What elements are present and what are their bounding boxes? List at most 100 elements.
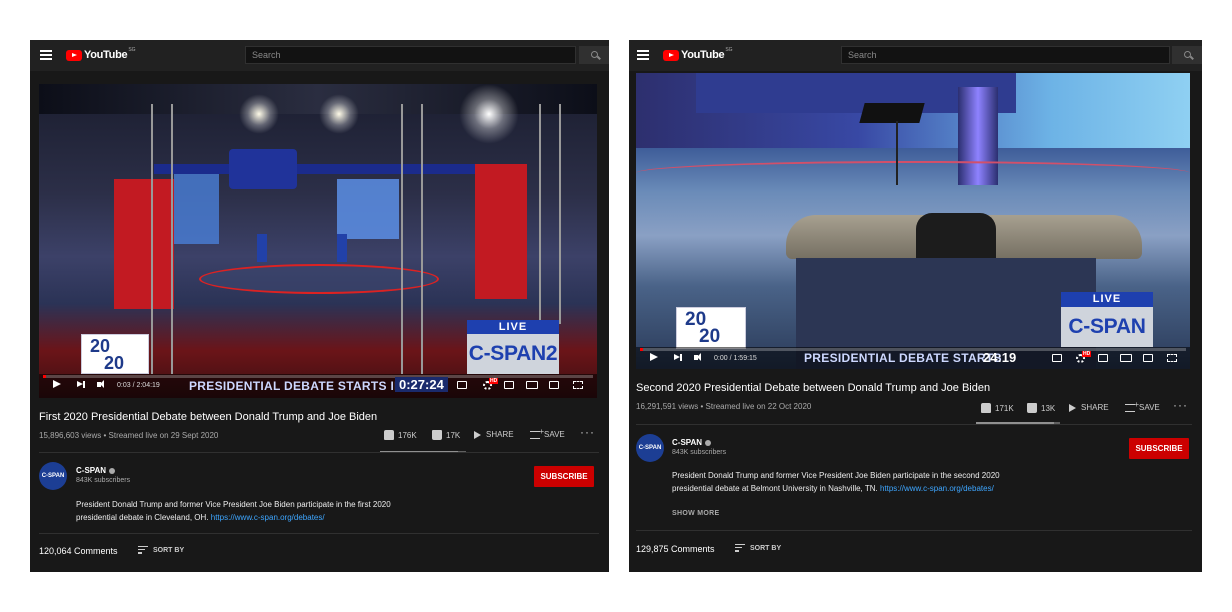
youtube-logo[interactable]: YouTube SG	[663, 47, 733, 62]
fullscreen-icon[interactable]	[1167, 354, 1177, 362]
podium-left	[257, 234, 267, 262]
share-button[interactable]: SHARE	[474, 430, 514, 439]
description-link[interactable]: https://www.c-span.org/debates/	[211, 513, 325, 522]
youtube-window-first-debate: YouTube SG Search 20 20 LIVE C-SPAN2 0:0…	[30, 40, 609, 572]
channel-name[interactable]: C-SPAN	[672, 438, 712, 447]
hd-badge: HD	[1082, 351, 1092, 357]
share-label: SHARE	[486, 430, 514, 439]
thumbs-down-icon	[432, 430, 442, 440]
election-2020-logo: 20 20	[81, 334, 149, 374]
description-line: presidential debate in Cleveland, OH. ht…	[76, 511, 456, 524]
search-button[interactable]	[1172, 46, 1202, 64]
theater-mode-icon[interactable]	[1120, 354, 1132, 362]
commission-sign-right	[475, 164, 527, 299]
dislike-button[interactable]: 17K	[432, 430, 460, 440]
lectern-top	[859, 103, 925, 123]
channel-avatar[interactable]: C-SPAN	[636, 434, 664, 462]
progress-fill	[43, 375, 46, 378]
logo-2020-bottom: 20	[699, 326, 721, 347]
stage-ring-line	[636, 161, 1190, 185]
more-actions-icon[interactable]: ···	[1173, 398, 1188, 412]
dislike-button[interactable]: 13K	[1027, 403, 1055, 413]
thumbs-up-icon	[981, 403, 991, 413]
divider	[39, 533, 599, 534]
video-description: President Donald Trump and former Vice P…	[672, 469, 1072, 495]
youtube-logo[interactable]: YouTube SG	[66, 47, 136, 62]
youtube-play-icon	[663, 49, 679, 61]
cast-icon[interactable]	[1143, 354, 1153, 362]
subtitles-icon[interactable]	[457, 381, 467, 389]
description-line: President Donald Trump and former Vice P…	[76, 500, 391, 509]
like-count: 171K	[995, 403, 1014, 413]
menu-icon[interactable]	[40, 50, 52, 60]
description-text: presidential debate in Cleveland, OH.	[76, 513, 211, 522]
search-input[interactable]: Search	[245, 46, 576, 64]
comment-count: 120,064 Comments	[39, 546, 118, 556]
video-player[interactable]: 20 20 LIVE C-SPAN2 0:03 / 2:04:19 PRESID…	[39, 84, 597, 398]
playlist-add-icon	[530, 427, 544, 439]
sort-label: SORT BY	[153, 547, 185, 555]
video-title: First 2020 Presidential Debate between D…	[39, 411, 378, 423]
logo-2020-bottom: 20	[104, 353, 125, 373]
progress-bar[interactable]	[43, 375, 593, 378]
cast-icon[interactable]	[549, 381, 559, 389]
masthead: YouTube SG Search	[30, 40, 609, 71]
subscribe-button[interactable]: SUBSCRIBE	[1129, 438, 1189, 459]
video-player[interactable]: 20 20 LIVE C-SPAN 0:00 / 1:59:15 PRESIDE…	[636, 73, 1190, 369]
countdown-timer: 24:19	[983, 350, 1017, 365]
player-controls: 0:00 / 1:59:15 PRESIDENTIAL DEBATE START…	[636, 347, 1190, 369]
subtitles-icon[interactable]	[1052, 354, 1062, 362]
save-button[interactable]: SAVE	[530, 427, 565, 439]
miniplayer-icon[interactable]	[504, 381, 514, 389]
show-more-button[interactable]: SHOW MORE	[672, 510, 719, 517]
like-button[interactable]: 171K	[981, 403, 1014, 413]
subscribe-button[interactable]: SUBSCRIBE	[534, 466, 594, 487]
share-icon	[474, 430, 481, 439]
sort-icon	[138, 546, 148, 556]
fullscreen-icon[interactable]	[573, 381, 583, 389]
play-icon[interactable]	[53, 380, 61, 388]
star-banner	[154, 164, 494, 174]
debate-banner-text: PRESIDENTIAL DEBATE STARTS	[804, 351, 1002, 365]
save-button[interactable]: SAVE	[1125, 400, 1160, 412]
channel-name-text: C-SPAN	[76, 466, 107, 475]
dislike-count: 13K	[1041, 403, 1056, 413]
like-count: 176K	[398, 430, 417, 440]
sort-comments-button[interactable]: SORT BY	[138, 546, 184, 556]
truss-left	[151, 104, 173, 374]
menu-icon[interactable]	[637, 50, 649, 60]
network-logo: C-SPAN	[1061, 307, 1153, 347]
lectern-stand	[896, 121, 898, 185]
like-button[interactable]: 176K	[384, 430, 417, 440]
theater-mode-icon[interactable]	[526, 381, 538, 389]
verified-icon	[109, 467, 116, 474]
channel-avatar[interactable]: C-SPAN	[39, 462, 67, 490]
divider	[39, 452, 599, 453]
volume-icon[interactable]	[694, 353, 701, 361]
video-actions: 176K 17K SHARE SAVE ···	[382, 425, 602, 450]
play-icon[interactable]	[650, 353, 658, 361]
stage-light	[239, 94, 279, 134]
miniplayer-icon[interactable]	[1098, 354, 1108, 362]
video-meta: 16,291,591 views • Streamed live on 22 O…	[636, 402, 812, 411]
search-button[interactable]	[579, 46, 609, 64]
save-label: SAVE	[1139, 403, 1160, 412]
channel-name[interactable]: C-SPAN	[76, 466, 116, 475]
share-label: SHARE	[1081, 403, 1109, 412]
next-icon[interactable]	[674, 353, 682, 361]
thumbs-down-icon	[1027, 403, 1037, 413]
description-link[interactable]: https://www.c-span.org/debates/	[880, 484, 994, 493]
video-description: President Donald Trump and former Vice P…	[76, 498, 456, 524]
more-actions-icon[interactable]: ···	[580, 425, 595, 439]
share-button[interactable]: SHARE	[1069, 403, 1109, 412]
volume-icon[interactable]	[97, 380, 104, 388]
countdown-timer: 0:27:24	[395, 377, 448, 392]
sort-comments-button[interactable]: SORT BY	[735, 544, 781, 554]
comment-count: 129,875 Comments	[636, 544, 715, 554]
logo-text: YouTube	[681, 49, 725, 61]
thumbs-up-icon	[384, 430, 394, 440]
next-icon[interactable]	[77, 380, 85, 388]
search-icon	[591, 51, 598, 58]
live-badge: LIVE	[1061, 292, 1153, 307]
search-input[interactable]: Search	[841, 46, 1170, 64]
